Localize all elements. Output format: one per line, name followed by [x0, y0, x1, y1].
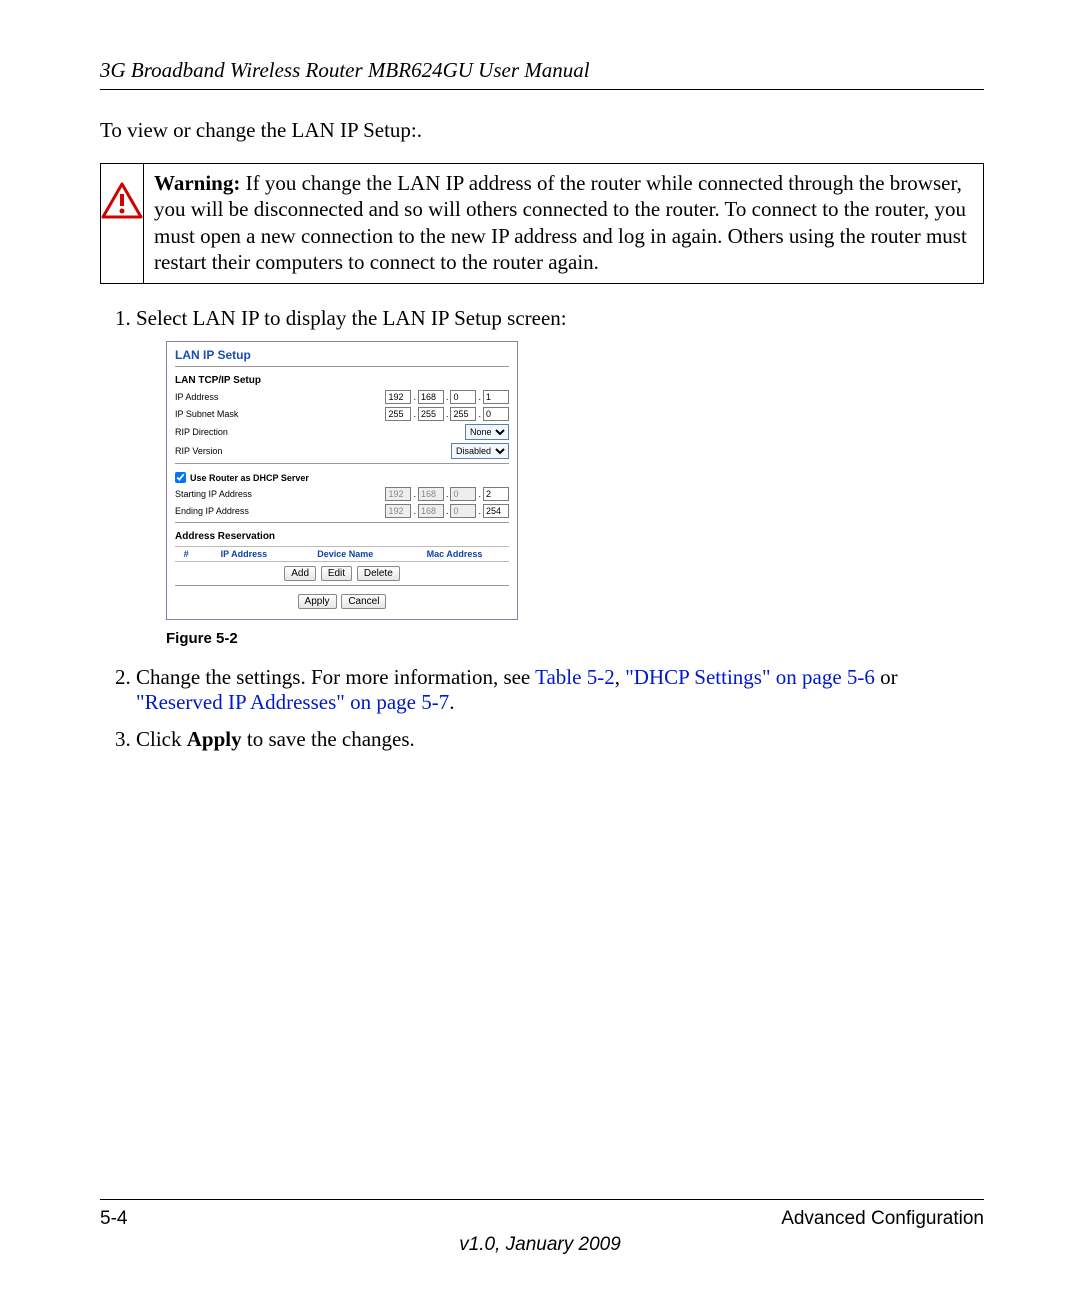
rip-version-select[interactable]: Disabled [451, 443, 509, 459]
ip-octet-1[interactable] [385, 390, 411, 404]
sep-2 [175, 463, 509, 464]
step-1-text: Select LAN IP to display the LAN IP Setu… [136, 306, 567, 330]
sep-1 [175, 366, 509, 367]
res-col-device: Device Name [291, 547, 401, 562]
page-header: 3G Broadband Wireless Router MBR624GU Us… [100, 58, 984, 83]
rip-direction-select[interactable]: None [465, 424, 509, 440]
end-octet-4[interactable] [483, 504, 509, 518]
cancel-button[interactable]: Cancel [341, 594, 386, 609]
footer-rule [100, 1199, 984, 1200]
lan-ip-panel: LAN IP Setup LAN TCP/IP Setup IP Address… [166, 341, 518, 620]
rip-version-label: RIP Version [175, 446, 222, 456]
warning-box: Warning: If you change the LAN IP addres… [100, 163, 984, 284]
mask-octet-3[interactable] [450, 407, 476, 421]
footer-version: v1.0, January 2009 [0, 1234, 1080, 1256]
warning-icon [101, 182, 143, 220]
ip-octet-2[interactable] [418, 390, 444, 404]
link-reserved-ip[interactable]: "Reserved IP Addresses" on page 5-7 [136, 690, 449, 714]
delete-button[interactable]: Delete [357, 566, 400, 581]
tcpip-head: LAN TCP/IP Setup [175, 375, 509, 386]
apply-bold: Apply [187, 727, 242, 751]
warning-label: Warning: [154, 171, 240, 195]
start-octet-1[interactable] [385, 487, 411, 501]
address-reservation-table: # IP Address Device Name Mac Address [175, 546, 509, 562]
res-col-num: # [175, 547, 197, 562]
ip-octet-3[interactable] [450, 390, 476, 404]
warning-icon-cell [101, 164, 144, 283]
panel-title: LAN IP Setup [175, 348, 509, 362]
apply-button[interactable]: Apply [298, 594, 337, 609]
end-octet-2[interactable] [418, 504, 444, 518]
footer-section: Advanced Configuration [781, 1208, 984, 1230]
res-col-mac: Mac Address [400, 547, 509, 562]
steps-list: Select LAN IP to display the LAN IP Setu… [100, 306, 984, 752]
step-1: Select LAN IP to display the LAN IP Setu… [136, 306, 984, 647]
sep-4 [175, 585, 509, 586]
start-octet-2[interactable] [418, 487, 444, 501]
sep-3 [175, 522, 509, 523]
warning-text: Warning: If you change the LAN IP addres… [144, 164, 983, 283]
dhcp-server-checkbox[interactable] [175, 472, 186, 483]
step-2: Change the settings. For more informatio… [136, 665, 984, 715]
end-octet-3[interactable] [450, 504, 476, 518]
end-octet-1[interactable] [385, 504, 411, 518]
end-ip-label: Ending IP Address [175, 506, 249, 516]
res-col-ip: IP Address [197, 547, 290, 562]
warning-body: If you change the LAN IP address of the … [154, 171, 967, 274]
end-ip-input: . . . [385, 504, 509, 518]
start-octet-3[interactable] [450, 487, 476, 501]
add-button[interactable]: Add [284, 566, 316, 581]
figure-caption: Figure 5-2 [166, 630, 984, 647]
ip-octet-4[interactable] [483, 390, 509, 404]
step-3: Click Apply to save the changes. [136, 727, 984, 752]
start-ip-label: Starting IP Address [175, 489, 252, 499]
link-dhcp-settings[interactable]: "DHCP Settings" on page 5-6 [625, 665, 875, 689]
start-ip-input: . . . [385, 487, 509, 501]
start-octet-4[interactable] [483, 487, 509, 501]
mask-octet-2[interactable] [418, 407, 444, 421]
dhcp-server-label: Use Router as DHCP Server [190, 473, 309, 483]
address-reservation-head: Address Reservation [175, 531, 509, 542]
link-table-5-2[interactable]: Table 5-2 [535, 665, 615, 689]
ip-address-label: IP Address [175, 392, 218, 402]
mask-octet-4[interactable] [483, 407, 509, 421]
subnet-mask-label: IP Subnet Mask [175, 409, 238, 419]
footer-page-number: 5-4 [100, 1208, 127, 1230]
rip-direction-label: RIP Direction [175, 427, 228, 437]
figure-wrap: LAN IP Setup LAN TCP/IP Setup IP Address… [166, 341, 984, 620]
subnet-mask-input: . . . [385, 407, 509, 421]
intro-text: To view or change the LAN IP Setup:. [100, 118, 984, 143]
edit-button[interactable]: Edit [321, 566, 352, 581]
step-2-text: Change the settings. For more informatio… [136, 665, 535, 689]
ip-address-input: . . . [385, 390, 509, 404]
header-rule [100, 89, 984, 90]
mask-octet-1[interactable] [385, 407, 411, 421]
